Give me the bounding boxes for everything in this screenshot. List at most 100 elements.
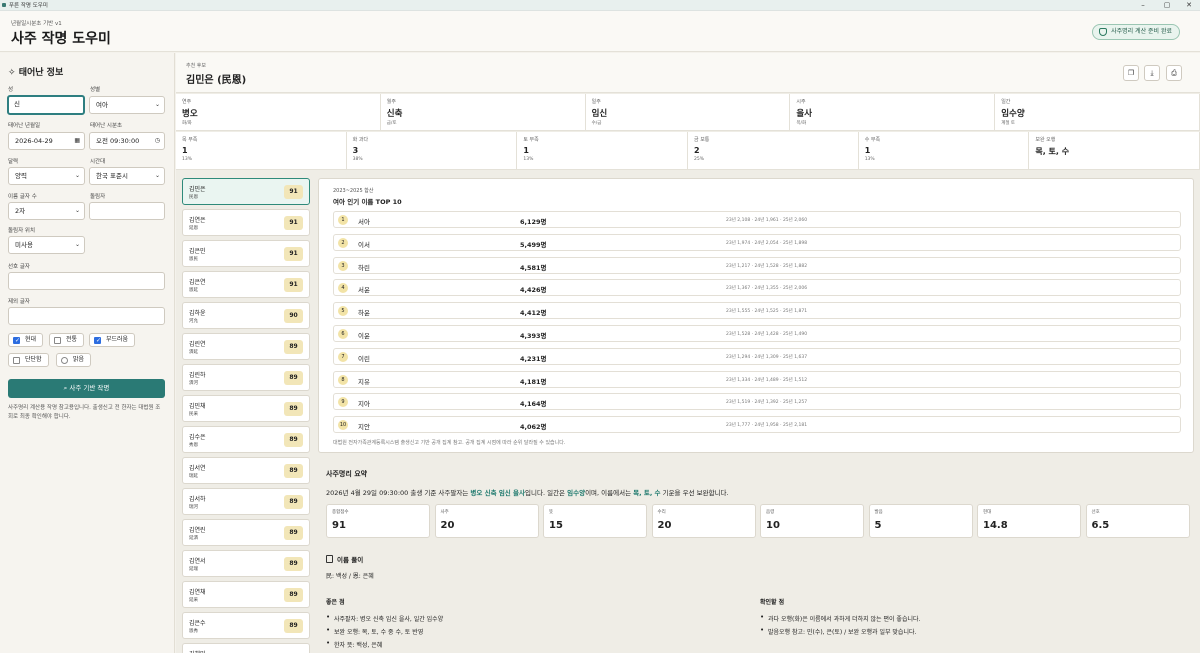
element-card: 토 부족 1 13% xyxy=(517,132,689,169)
candidate-item[interactable]: 김서하 瑞河 89 xyxy=(182,488,310,515)
candidate-item[interactable]: 김연채 延采 89 xyxy=(182,581,310,608)
gender-select-value: 여아 xyxy=(96,101,108,109)
candidate-item[interactable]: 김린하 潾河 89 xyxy=(182,364,310,391)
pillar-card: 시주 을사 목/화 xyxy=(790,94,996,130)
score-label: 수리 xyxy=(657,510,666,515)
candidate-hanja: 恩秀 xyxy=(189,629,198,634)
element-label: 보완 오행 xyxy=(1035,137,1056,143)
candidate-item[interactable]: 김수은 秀恩 89 xyxy=(182,426,310,453)
summary-title: 사주명리 요약 xyxy=(326,470,368,478)
candidate-item[interactable]: 김연린 延潾 89 xyxy=(182,519,310,546)
style-checkbox-modern[interactable]: 현대 xyxy=(8,333,44,347)
candidate-item[interactable]: 김연은 延恩 91 xyxy=(182,209,310,236)
dolrimja-position-select[interactable]: 미사용 ⌄ xyxy=(8,236,85,254)
birth-time-value: 오전 09:30:00 xyxy=(96,137,140,145)
minimize-button[interactable]: – xyxy=(1136,0,1150,10)
excluded-chars-input[interactable] xyxy=(8,307,165,325)
pillar-value: 을사 xyxy=(796,109,813,119)
candidate-score: 89 xyxy=(284,495,303,509)
ranking-row: 6 이윤 4,393명 23년 1,528 · 24년 1,428 · 25년 1,4… xyxy=(333,325,1181,342)
score-value: 20 xyxy=(440,520,455,531)
name-length-select[interactable]: 2자 ⌄ xyxy=(8,202,85,220)
gender-label: 성별 xyxy=(90,87,101,93)
popular-names-card: 2023~2025 합산 여아 인기 이름 TOP 10 1 서아 6,129명 23… xyxy=(318,178,1194,453)
candidate-item[interactable]: 김은연 恩延 91 xyxy=(182,271,310,298)
candidate-item[interactable]: 김은수 恩秀 89 xyxy=(182,612,310,639)
candidate-score: 91 xyxy=(284,278,303,292)
rank-count: 4,231명 xyxy=(520,354,547,363)
element-card: 수 부족 1 13% xyxy=(859,132,1030,169)
candidate-score: 91 xyxy=(284,216,303,230)
five-elements: 목 부족 1 13% 화 과다 3 38% 토 부족 1 13% 금 보통 2 25% 수 부족 1 13%… xyxy=(176,132,1200,170)
style-checkbox-firm[interactable]: 단단함 xyxy=(8,353,49,367)
style-label: 현대 xyxy=(25,336,37,343)
candidate-name: 김연서 xyxy=(189,558,206,565)
summary-daymaster: 임수양 xyxy=(567,489,586,497)
rank-count: 6,129명 xyxy=(520,218,547,226)
candidate-hanja: 民采 xyxy=(189,412,198,417)
window-title: 푸른 작명 도우미 xyxy=(9,3,48,9)
candidate-name: 김연채 xyxy=(189,589,206,596)
candidate-item[interactable]: 김하윤 河允 90 xyxy=(182,302,310,329)
clock-icon[interactable]: ◷ xyxy=(155,133,160,149)
candidate-item[interactable]: 김린연 潾延 89 xyxy=(182,333,310,360)
score-label: 음령 xyxy=(766,510,775,515)
candidate-item[interactable]: 김민채 民采 89 xyxy=(182,395,310,422)
birth-time-input[interactable]: 오전 09:30:00 ◷ xyxy=(89,132,165,150)
candidate-item[interactable]: 김연서 延瑞 89 xyxy=(182,550,310,577)
dolrimja-input[interactable] xyxy=(89,202,165,220)
interpretation-title-label: 이름 풀이 xyxy=(337,556,364,564)
style-checkbox-traditional[interactable]: 전통 xyxy=(49,333,85,347)
calendar-select[interactable]: 양력 ⌄ xyxy=(8,167,85,185)
pillar-label: 일간 xyxy=(1001,99,1011,105)
element-pct: 13% xyxy=(182,157,193,162)
maximize-button[interactable]: ▢ xyxy=(1160,0,1174,10)
surname-input[interactable]: 신 xyxy=(7,95,85,115)
gender-select[interactable]: 여아 ⌄ xyxy=(89,96,165,114)
checks-item: 발음오행 참고: 민(수), 은(토) / 보완 오행과 일부 맞습니다. xyxy=(760,626,920,636)
candidate-item[interactable]: 김은민 恩民 91 xyxy=(182,240,310,267)
candidate-item[interactable]: 김민은 民恩 91 xyxy=(182,178,310,205)
pillar-card: 일간 임수양 계절 토 xyxy=(995,94,1200,130)
calendar-icon[interactable]: ▦ xyxy=(74,133,80,149)
element-pct: 25% xyxy=(694,157,705,162)
pillar-label: 시주 xyxy=(796,99,806,105)
ranking-footnote: 대법원 전자가족관계등록시스템 출생신고 기반 공개 집계 참고. 공개 집계 … xyxy=(333,440,566,446)
print-icon[interactable]: ⎙ xyxy=(1166,65,1182,81)
candidate-hanja: 民恩 xyxy=(189,195,198,200)
rank-detail: 23년 1,294 · 24년 1,309 · 25년 1,637 xyxy=(726,354,808,360)
close-button[interactable]: ✕ xyxy=(1182,0,1196,10)
style-label: 밝음 xyxy=(73,356,85,363)
candidate-score: 91 xyxy=(284,247,303,261)
candidate-hanja: 秀恩 xyxy=(189,443,198,448)
timezone-select[interactable]: 한국 표준시 ⌄ xyxy=(89,167,165,185)
rank-detail: 23년 1,519 · 24년 1,392 · 25년 1,257 xyxy=(726,400,808,406)
disclaimer-note: 사주명리 계산용 작명 참고용입니다. 출생신고 전 한자는 대법원 조회로 최… xyxy=(8,405,161,420)
rank-name: 서윤 xyxy=(358,286,370,295)
ranking-row: 1 서아 6,129명 23년 2,108 · 24년 1,961 · 25년 2,0… xyxy=(333,211,1181,228)
candidate-item[interactable]: 김서연 瑞延 89 xyxy=(182,457,310,484)
rank-number: 4 xyxy=(338,283,348,294)
style-checkbox-soft[interactable]: 부드러움 xyxy=(89,333,136,347)
pillar-sub: 화/화 xyxy=(182,121,192,126)
score-value: 5 xyxy=(874,520,882,531)
style-checkbox-bright[interactable]: 밝음 xyxy=(56,353,92,367)
candidate-score: 89 xyxy=(284,619,303,633)
preferred-chars-input[interactable] xyxy=(8,272,165,290)
element-value: 1 xyxy=(523,146,529,155)
candidate-name: 김서하 xyxy=(189,496,206,503)
checkbox-empty-icon xyxy=(54,337,61,344)
candidate-hanja: 延恩 xyxy=(189,226,198,231)
sparkle-icon: ✧ xyxy=(8,68,16,78)
copy-icon[interactable]: ❐ xyxy=(1123,65,1139,81)
birth-date-input[interactable]: 2026-04-29 ▦ xyxy=(8,132,85,150)
candidate-item[interactable]: 김채민 xyxy=(182,643,310,653)
strengths-item: 한자 뜻: 백성, 은혜 xyxy=(326,639,443,649)
candidate-score: 90 xyxy=(284,309,303,323)
element-label: 화 과다 xyxy=(352,137,369,143)
generate-name-button[interactable]: ⌕ 사주 기반 작명 xyxy=(8,379,165,398)
candidate-list: 김민은 民恩 91 김연은 延恩 91 김은민 恩民 91 김은연 恩延 91 김하윤 河允 90 김린연 潾延… xyxy=(182,178,310,653)
preferred-chars-label: 선호 글자 xyxy=(8,264,30,270)
download-icon[interactable]: ⤓ xyxy=(1144,65,1160,81)
candidate-name: 김은연 xyxy=(189,279,206,286)
